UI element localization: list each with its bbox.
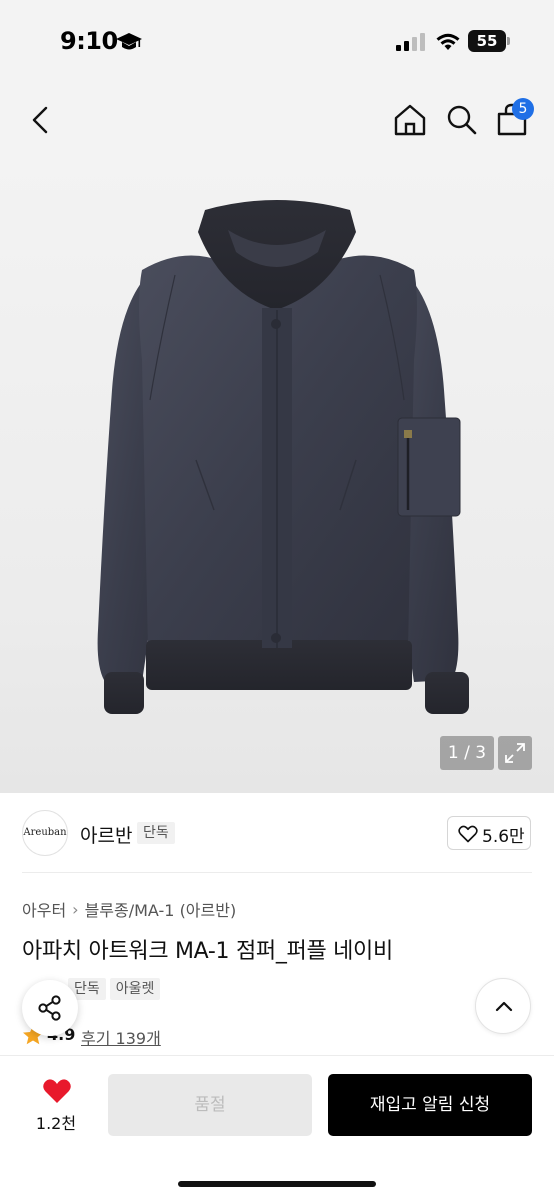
cart-count-badge: 5 xyxy=(512,98,534,120)
heart-filled-icon xyxy=(43,1079,71,1103)
breadcrumb-item-outer[interactable]: 아우터 xyxy=(22,901,66,920)
search-icon[interactable] xyxy=(442,100,482,140)
heart-outline-icon xyxy=(458,825,478,843)
divider xyxy=(22,872,532,873)
status-time: 9:10 xyxy=(60,27,118,55)
battery-tip xyxy=(507,37,510,45)
brand-logo[interactable]: Areuban xyxy=(22,810,68,856)
review-link[interactable]: 후기 139개 xyxy=(81,1025,161,1049)
brand-name[interactable]: 아르반 xyxy=(80,821,132,848)
share-button[interactable] xyxy=(22,980,78,1036)
brand-exclusive-tag: 단독 xyxy=(137,822,175,844)
nav-bar: 5 xyxy=(0,80,554,160)
battery-level: 55 xyxy=(468,30,506,52)
product-image-gallery[interactable]: 1 / 3 xyxy=(0,160,554,793)
home-icon[interactable] xyxy=(390,100,430,140)
expand-button[interactable] xyxy=(498,736,532,770)
soldout-button[interactable]: 품절 xyxy=(108,1074,312,1136)
wifi-icon xyxy=(436,33,460,50)
brand-like-count: 5.6만 xyxy=(482,827,525,847)
battery-icon: 55 xyxy=(468,30,510,52)
cart-button[interactable]: 5 xyxy=(492,98,534,140)
brand-like-button[interactable]: 5.6만 xyxy=(447,816,531,850)
chevron-right-icon: › xyxy=(72,899,79,919)
cellular-signal-icon xyxy=(396,33,425,51)
status-bar: 9:10 55 xyxy=(0,0,554,80)
share-icon xyxy=(38,995,61,1021)
graduation-cap-icon xyxy=(116,33,142,50)
product-like-button[interactable]: 1.2천 xyxy=(22,1074,90,1140)
restock-alert-button[interactable]: 재입고 알림 신청 xyxy=(328,1074,532,1136)
gallery-page-counter: 1 / 3 xyxy=(440,736,494,770)
product-photo xyxy=(97,200,469,714)
tag-outlet: 아울렛 xyxy=(109,978,161,1000)
chevron-up-icon xyxy=(495,1001,513,1012)
expand-icon xyxy=(505,743,525,763)
breadcrumb-item-category[interactable]: 블루종/MA-1 (아르반) xyxy=(85,901,237,920)
brand-row: Areuban 아르반 단독 5.6만 xyxy=(0,793,554,873)
home-indicator xyxy=(178,1181,376,1187)
product-like-count: 1.2천 xyxy=(35,1114,77,1133)
product-title: 아파치 아트워크 MA-1 점퍼_퍼플 네이비 xyxy=(22,939,393,964)
bottom-action-bar: 1.2천 품절 재입고 알림 신청 xyxy=(0,1055,554,1200)
scroll-top-button[interactable] xyxy=(475,978,531,1034)
chevron-left-icon[interactable] xyxy=(22,100,58,140)
breadcrumb: 아우터 › 블루종/MA-1 (아르반) xyxy=(22,897,236,921)
